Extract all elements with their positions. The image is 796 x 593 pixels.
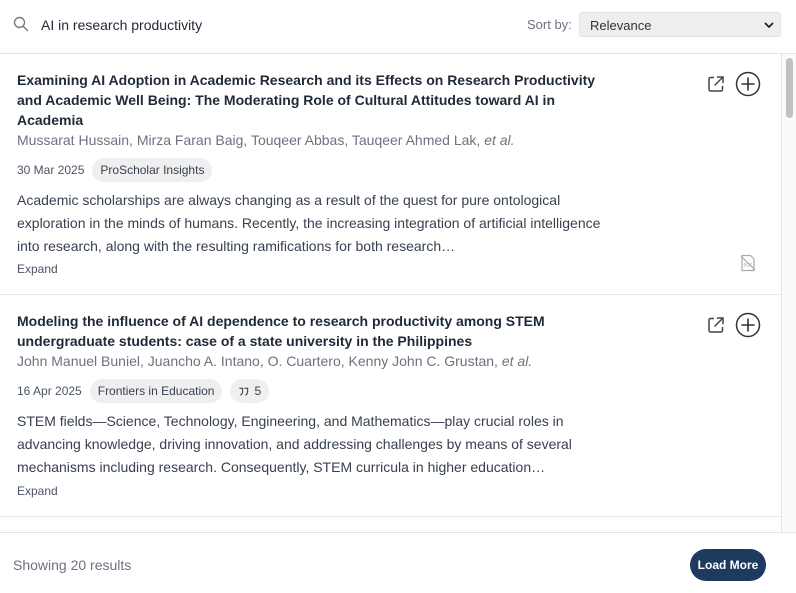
external-link-icon[interactable] — [706, 315, 726, 335]
results-count: Showing 20 results — [13, 557, 132, 573]
expand-link[interactable]: Expand — [17, 262, 58, 276]
scrollbar[interactable] — [782, 54, 796, 532]
publish-date: 16 Apr 2025 — [17, 384, 82, 398]
chevron-down-icon — [764, 22, 774, 28]
et-al: et al. — [484, 132, 515, 148]
sort-label: Sort by: — [527, 17, 572, 32]
venue-tag: ProScholar Insights — [92, 158, 213, 182]
result-authors: Mussarat Hussain, Mirza Faran Baig, Touq… — [17, 130, 515, 150]
add-icon[interactable] — [735, 71, 761, 97]
external-link-icon[interactable] — [706, 74, 726, 94]
search-input[interactable] — [41, 14, 481, 36]
result-abstract: STEM fields—Science, Technology, Enginee… — [17, 413, 572, 475]
search-icon — [13, 16, 29, 32]
citation-count-badge: 5 — [230, 379, 270, 403]
sort-selected-value: Relevance — [590, 18, 652, 33]
add-icon[interactable] — [735, 312, 761, 338]
scrollbar-thumb[interactable] — [786, 58, 793, 118]
quote-icon — [239, 387, 249, 396]
authors-text: Mussarat Hussain, Mirza Faran Baig, Touq… — [17, 132, 481, 148]
results-list[interactable]: Examining AI Adoption in Academic Resear… — [0, 54, 782, 532]
authors-text: John Manuel Buniel, Juancho A. Intano, O… — [17, 353, 498, 369]
publish-date: 30 Mar 2025 — [17, 163, 85, 177]
citation-count: 5 — [254, 384, 262, 398]
result-authors: John Manuel Buniel, Juancho A. Intano, O… — [17, 351, 532, 371]
result-meta: 16 Apr 2025 Frontiers in Education 5 — [17, 379, 270, 403]
sort-select[interactable]: Relevance — [579, 12, 781, 37]
et-al: et al. — [501, 353, 533, 369]
result-card: Modeling the influence of AI dependence … — [0, 295, 781, 517]
result-meta: 30 Mar 2025 ProScholar Insights — [17, 158, 213, 182]
result-title[interactable]: Modeling the influence of AI dependence … — [17, 311, 607, 351]
result-title[interactable]: Examining AI Adoption in Academic Resear… — [17, 70, 607, 130]
venue-tag: Frontiers in Education — [89, 379, 223, 403]
pdf-icon: PDF — [740, 254, 756, 272]
load-more-button[interactable]: Load More — [690, 549, 766, 581]
result-abstract: Academic scholarships are always changin… — [17, 192, 601, 254]
expand-link[interactable]: Expand — [17, 484, 58, 498]
results-footer: Showing 20 results Load More — [0, 532, 796, 593]
svg-text:PDF: PDF — [744, 263, 753, 269]
result-card: Examining AI Adoption in Academic Resear… — [0, 54, 781, 295]
search-bar: Sort by: Relevance — [0, 0, 796, 54]
